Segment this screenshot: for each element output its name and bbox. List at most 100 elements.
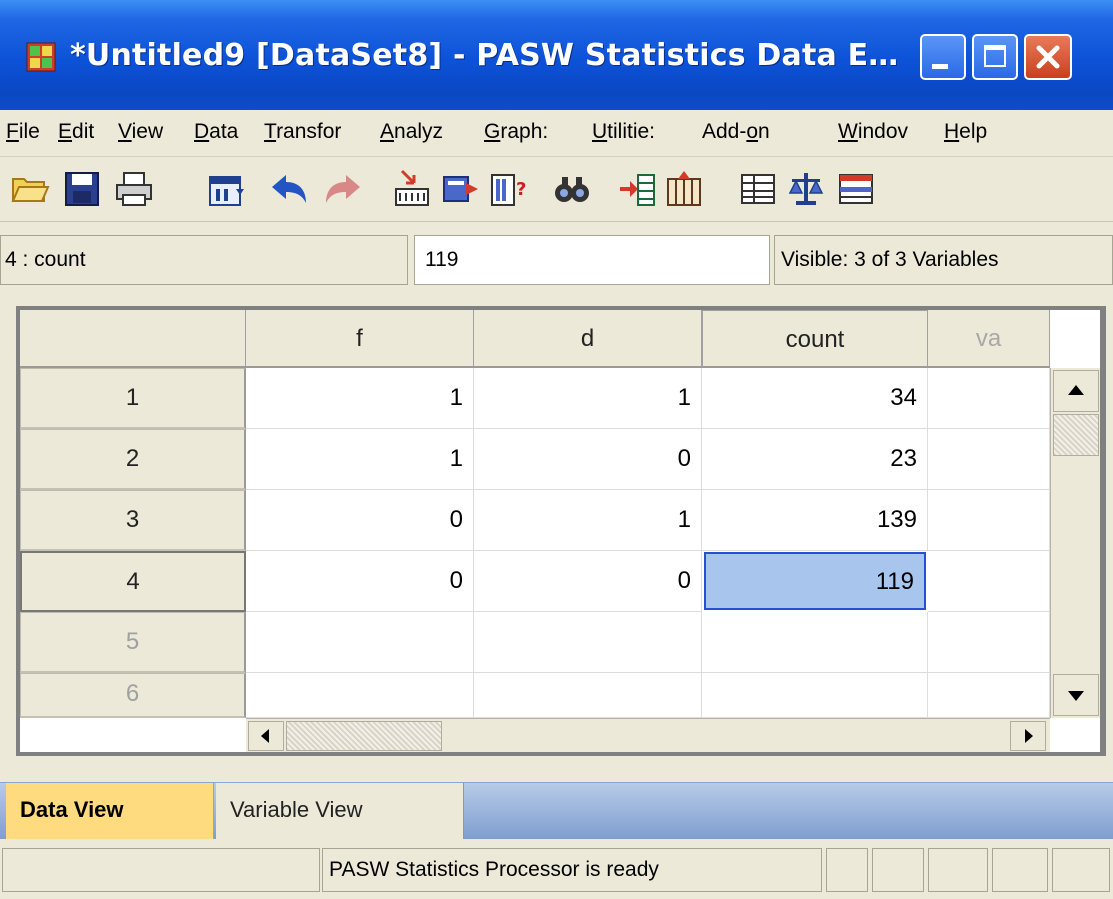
undo-icon[interactable] [268, 169, 314, 209]
column-header-d[interactable]: d [474, 310, 702, 368]
column-header-count[interactable]: count [702, 310, 928, 368]
print-icon[interactable] [114, 169, 154, 209]
cell-var-4[interactable] [928, 551, 1050, 612]
cell-d-1[interactable]: 1 [474, 368, 702, 429]
status-panel-2 [872, 848, 924, 892]
row-header-4[interactable]: 4 [20, 551, 246, 612]
title-bar[interactable]: *Untitled9 [DataSet8] - PASW Statistics … [0, 0, 1113, 110]
arrow-up-icon [1068, 385, 1084, 395]
cell-var-3[interactable] [928, 490, 1050, 551]
cell-var-6[interactable] [928, 673, 1050, 718]
insert-variable-icon[interactable] [664, 169, 704, 209]
cell-d-4[interactable]: 0 [474, 551, 702, 612]
save-icon[interactable] [62, 169, 102, 209]
cell-d-3[interactable]: 1 [474, 490, 702, 551]
cell-var-5[interactable] [928, 612, 1050, 673]
data-grid: f d count va 1 1 1 34 2 1 0 23 3 0 1 139… [20, 310, 1100, 752]
menu-data-label: ata [209, 120, 239, 143]
menu-help[interactable]: Help [944, 120, 987, 144]
menu-view[interactable]: View [118, 120, 163, 144]
open-icon[interactable] [10, 169, 50, 209]
cell-var-1[interactable] [928, 368, 1050, 429]
menu-view-key: V [118, 120, 132, 143]
menu-addons[interactable]: Add-on [702, 120, 770, 144]
vertical-scrollbar[interactable] [1050, 368, 1100, 718]
cell-var-2[interactable] [928, 429, 1050, 490]
goto-case-icon[interactable] [392, 169, 432, 209]
cell-count-3[interactable]: 139 [702, 490, 928, 551]
cell-f-2[interactable]: 1 [246, 429, 474, 490]
status-panel-4 [992, 848, 1048, 892]
menu-analyze-key: A [380, 120, 395, 143]
cell-f-3[interactable]: 0 [246, 490, 474, 551]
find-icon[interactable] [552, 169, 592, 209]
menu-window[interactable]: Windov [838, 120, 908, 144]
vertical-scroll-thumb[interactable] [1053, 414, 1099, 456]
menu-edit[interactable]: Edit [58, 120, 94, 144]
cell-d-2[interactable]: 0 [474, 429, 702, 490]
grid-corner[interactable] [20, 310, 246, 368]
close-icon [1036, 45, 1060, 69]
status-panel-1 [826, 848, 868, 892]
row-header-5[interactable]: 5 [20, 612, 246, 673]
row-header-1[interactable]: 1 [20, 368, 246, 429]
column-header-var[interactable]: va [928, 310, 1050, 368]
cell-f-6[interactable] [246, 673, 474, 718]
menu-file-key: F [6, 120, 19, 143]
minimize-button[interactable] [920, 34, 966, 80]
split-file-icon[interactable] [738, 169, 778, 209]
menu-bar: File Edit View Data Transfor Analyz Grap… [0, 110, 1113, 157]
status-bar: PASW Statistics Processor is ready [0, 840, 1113, 899]
insert-cases-icon[interactable] [618, 169, 658, 209]
menu-data[interactable]: Data [194, 120, 238, 144]
cell-f-4[interactable]: 0 [246, 551, 474, 612]
cell-count-5[interactable] [702, 612, 928, 673]
cell-f-5[interactable] [246, 612, 474, 673]
window-title: *Untitled9 [DataSet8] - PASW Statistics … [70, 38, 899, 73]
menu-analyze[interactable]: Analyz [380, 120, 443, 144]
scroll-left-button[interactable] [248, 721, 284, 751]
menu-addons-label: n [758, 120, 770, 143]
tab-data-view[interactable]: Data View [6, 783, 214, 839]
cell-value-input[interactable]: 119 [414, 235, 770, 285]
horizontal-scroll-thumb[interactable] [286, 721, 442, 751]
horizontal-scrollbar[interactable] [246, 718, 1050, 752]
menu-transform[interactable]: Transfor [264, 120, 341, 144]
cell-count-6[interactable] [702, 673, 928, 718]
arrow-down-icon [1068, 691, 1084, 701]
maximize-button[interactable] [972, 34, 1018, 80]
row-header-2[interactable]: 2 [20, 429, 246, 490]
column-header-f[interactable]: f [246, 310, 474, 368]
cell-f-1[interactable]: 1 [246, 368, 474, 429]
scroll-right-button[interactable] [1010, 721, 1046, 751]
cell-count-2[interactable]: 23 [702, 429, 928, 490]
cell-count-4-selected[interactable]: 119 [704, 552, 926, 610]
select-cases-icon[interactable] [836, 169, 876, 209]
menu-transform-key: T [264, 120, 277, 143]
view-tab-strip: Data View Variable View [0, 782, 1113, 839]
scroll-up-button[interactable] [1053, 370, 1099, 412]
cell-editor-bar: 4 : count 119 Visible: 3 of 3 Variables [0, 229, 1113, 291]
variables-icon[interactable]: ? [488, 169, 528, 209]
toolbar: ? [0, 157, 1113, 222]
menu-utilities[interactable]: Utilitie: [592, 120, 655, 144]
menu-graphs[interactable]: Graph: [484, 120, 548, 144]
menu-file[interactable]: File [6, 120, 40, 144]
status-panel-5 [1052, 848, 1110, 892]
cell-count-1[interactable]: 34 [702, 368, 928, 429]
cell-d-5[interactable] [474, 612, 702, 673]
menu-utilities-label: tilitie: [607, 120, 656, 143]
redo-icon[interactable] [318, 169, 364, 209]
close-button[interactable] [1024, 34, 1072, 80]
cell-d-6[interactable] [474, 673, 702, 718]
row-header-3[interactable]: 3 [20, 490, 246, 551]
tab-variable-view[interactable]: Variable View [216, 783, 464, 839]
goto-variable-icon[interactable] [440, 169, 480, 209]
row-header-6[interactable]: 6 [20, 673, 246, 718]
menu-addons-key: o [746, 120, 759, 143]
menu-edit-key: E [58, 120, 73, 143]
weight-cases-icon[interactable] [786, 169, 826, 209]
dialog-recall-icon[interactable] [206, 169, 246, 209]
scroll-down-button[interactable] [1053, 674, 1099, 716]
maximize-icon [984, 45, 1006, 67]
